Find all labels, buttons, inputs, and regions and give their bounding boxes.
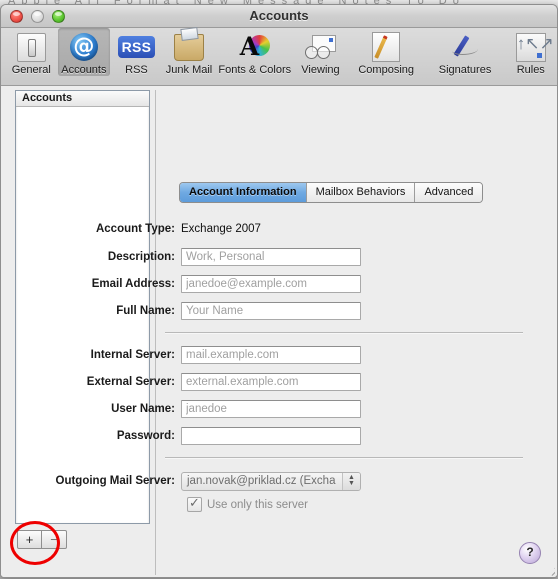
password-input[interactable] — [181, 427, 361, 445]
user-name-row: User Name: — [1, 399, 557, 419]
outgoing-mail-server-row: Outgoing Mail Server: jan.novak@priklad.… — [1, 471, 557, 491]
use-only-this-server-checkbox[interactable] — [187, 495, 202, 512]
password-row: Password: — [1, 426, 557, 446]
toolbar-label-signatures: Signatures — [438, 64, 492, 76]
signatures-icon — [426, 31, 505, 63]
external-server-row: External Server: — [1, 372, 557, 392]
user-name-label: User Name: — [111, 403, 175, 415]
outgoing-mail-server-value: jan.novak@priklad.cz (Excha — [187, 474, 336, 487]
remove-account-button[interactable]: − — [42, 530, 67, 549]
toolbar-label-rss: RSS — [125, 64, 148, 76]
composing-icon — [347, 31, 426, 63]
account-type-value: Exchange 2007 — [181, 223, 261, 235]
use-only-this-server-label: Use only this server — [207, 498, 308, 511]
user-name-input[interactable] — [181, 400, 361, 418]
email-address-row: Email Address: — [1, 274, 557, 294]
tab-mailbox-behaviors[interactable]: Mailbox Behaviors — [306, 183, 416, 202]
at-sign-icon: @ — [58, 31, 111, 63]
toolbar-label-rules: Rules — [516, 64, 545, 76]
window-title: Accounts — [249, 8, 309, 23]
toolbar-label-composing: Composing — [358, 64, 414, 76]
account-type-label: Account Type: — [95, 223, 175, 235]
external-server-input[interactable] — [181, 373, 361, 391]
account-type-row: Account Type: Exchange 2007 — [1, 219, 557, 239]
help-button[interactable]: ? — [519, 542, 541, 564]
mail-preferences-window: Accounts General @ Accounts RSS RSS Junk… — [0, 4, 558, 578]
full-name-input[interactable] — [181, 302, 361, 320]
description-row: Description: — [1, 247, 557, 267]
preferences-toolbar: General @ Accounts RSS RSS Junk Mail A F… — [1, 28, 557, 86]
preferences-content: Accounts + − Create an account Account I… — [1, 86, 557, 577]
rss-icon: RSS — [110, 31, 163, 63]
toolbar-item-rss[interactable]: RSS RSS — [110, 28, 163, 76]
fonts-colors-icon: A — [215, 31, 294, 63]
form-divider-2 — [165, 457, 523, 458]
password-label: Password: — [116, 430, 175, 442]
toolbar-label-fonts-colors: Fonts & Colors — [218, 64, 292, 76]
outgoing-mail-server-popup[interactable]: jan.novak@priklad.cz (Excha ▲ ▼ — [181, 471, 361, 491]
tab-advanced[interactable]: Advanced — [415, 183, 483, 202]
toolbar-item-accounts[interactable]: @ Accounts — [57, 28, 111, 76]
viewing-icon — [294, 31, 347, 63]
form-divider-1 — [165, 332, 523, 333]
window-titlebar: Accounts — [1, 5, 557, 28]
popup-stepper-arrows-icon: ▲ ▼ — [342, 472, 360, 490]
full-name-label: Full Name: — [116, 305, 175, 317]
toolbar-item-composing[interactable]: Composing — [347, 28, 426, 76]
internal-server-row: Internal Server: — [1, 345, 557, 365]
full-name-row: Full Name: — [1, 301, 557, 321]
resize-grip[interactable] — [541, 562, 555, 576]
accounts-list-buttons: + − — [17, 530, 67, 549]
toolbar-item-fonts-colors[interactable]: A Fonts & Colors — [215, 28, 294, 76]
add-account-button[interactable]: + — [17, 530, 42, 549]
external-server-label: External Server: — [86, 376, 175, 388]
junk-mail-icon — [163, 31, 216, 63]
toolbar-label-general: General — [11, 64, 51, 76]
description-label: Description: — [107, 251, 175, 263]
rules-icon: ↑↖↗ — [504, 31, 557, 63]
toolbar-item-rules[interactable]: ↑↖↗ Rules — [504, 28, 557, 76]
internal-server-label: Internal Server: — [90, 349, 175, 361]
toolbar-item-general[interactable]: General — [5, 28, 58, 76]
email-address-label: Email Address: — [91, 278, 175, 290]
description-input[interactable] — [181, 248, 361, 266]
toolbar-item-viewing[interactable]: Viewing — [294, 28, 347, 76]
accounts-list-header: Accounts — [16, 91, 149, 107]
toolbar-label-junk-mail: Junk Mail — [165, 64, 213, 76]
tab-account-information[interactable]: Account Information — [180, 183, 307, 202]
toolbar-label-viewing: Viewing — [301, 64, 340, 76]
outgoing-mail-server-label: Outgoing Mail Server: — [55, 475, 176, 487]
general-icon — [5, 31, 58, 63]
detail-tab-bar: Account Information Mailbox Behaviors Ad… — [179, 182, 484, 203]
internal-server-input[interactable] — [181, 346, 361, 364]
email-address-input[interactable] — [181, 275, 361, 293]
toolbar-label-accounts: Accounts — [61, 64, 107, 76]
toolbar-item-signatures[interactable]: Signatures — [426, 28, 505, 76]
use-only-this-server-row[interactable]: Use only this server — [187, 495, 308, 512]
toolbar-item-junk-mail[interactable]: Junk Mail — [163, 28, 216, 76]
